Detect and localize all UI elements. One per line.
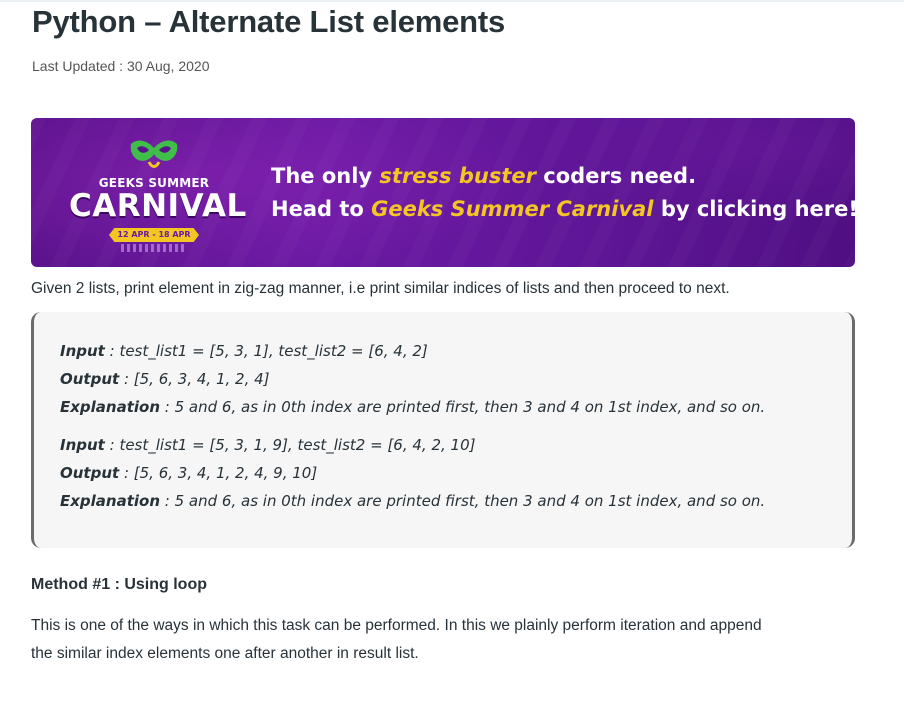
mask-icon xyxy=(130,140,178,168)
example-block: Input : test_list1 = [5, 3, 1], test_lis… xyxy=(60,340,765,424)
example-block: Input : test_list1 = [5, 3, 1, 9], test_… xyxy=(60,434,765,518)
input-label: Input xyxy=(60,342,105,360)
explanation-value: : 5 and 6, as in 0th index are printed f… xyxy=(160,492,766,510)
last-updated: Last Updated : 30 Aug, 2020 xyxy=(32,58,210,74)
output-label: Output xyxy=(60,464,120,482)
logo-decoration xyxy=(121,244,187,252)
explanation-label: Explanation xyxy=(60,398,161,416)
banner-headline-1: The only stress buster coders need. xyxy=(271,164,696,188)
banner-headline-1-highlight: stress buster xyxy=(379,164,536,188)
example-explanation: Explanation : 5 and 6, as in 0th index a… xyxy=(60,490,765,518)
output-value: : [5, 6, 3, 4, 1, 2, 4, 9, 10] xyxy=(119,464,318,482)
explanation-value: : 5 and 6, as in 0th index are printed f… xyxy=(160,398,766,416)
banner-headline-1-pre: The only xyxy=(271,164,380,188)
banner-headline-1-post: coders need. xyxy=(535,164,697,188)
banner-headline-2-pre: Head to xyxy=(271,197,372,221)
output-value: : [5, 6, 3, 4, 1, 2, 4] xyxy=(119,370,270,388)
method-description: This is one of the ways in which this ta… xyxy=(31,612,861,668)
example-box: Input : test_list1 = [5, 3, 1], test_lis… xyxy=(31,312,855,548)
input-label: Input xyxy=(60,436,105,454)
method-description-line: the similar index elements one after ano… xyxy=(31,645,419,662)
carnival-logo: GEEKS SUMMER CARNIVAL 12 APR - 18 APR xyxy=(69,136,247,252)
logo-main-text: CARNIVAL xyxy=(69,188,247,224)
top-divider xyxy=(0,0,904,2)
promo-banner[interactable]: GEEKS SUMMER CARNIVAL 12 APR - 18 APR Th… xyxy=(31,118,855,267)
example-input: Input : test_list1 = [5, 3, 1, 9], test_… xyxy=(60,434,765,462)
example-explanation: Explanation : 5 and 6, as in 0th index a… xyxy=(60,396,765,424)
logo-dates-ribbon: 12 APR - 18 APR xyxy=(109,228,199,242)
article-title: Python – Alternate List elements xyxy=(32,4,506,39)
input-value: : test_list1 = [5, 3, 1, 9], test_list2 … xyxy=(104,436,476,454)
example-output: Output : [5, 6, 3, 4, 1, 2, 4, 9, 10] xyxy=(60,462,765,490)
banner-headline-2-highlight: Geeks Summer Carnival xyxy=(371,197,654,221)
output-label: Output xyxy=(60,370,120,388)
banner-headline-2-post: by clicking here! xyxy=(653,197,855,221)
problem-statement: Given 2 lists, print element in zig-zag … xyxy=(31,280,730,297)
example-input: Input : test_list1 = [5, 3, 1], test_lis… xyxy=(60,340,765,368)
input-value: : test_list1 = [5, 3, 1], test_list2 = [… xyxy=(104,342,428,360)
example-output: Output : [5, 6, 3, 4, 1, 2, 4] xyxy=(60,368,765,396)
method-description-line: This is one of the ways in which this ta… xyxy=(31,617,762,634)
method-heading: Method #1 : Using loop xyxy=(31,576,207,593)
explanation-label: Explanation xyxy=(60,492,161,510)
banner-headline-2: Head to Geeks Summer Carnival by clickin… xyxy=(271,197,855,221)
